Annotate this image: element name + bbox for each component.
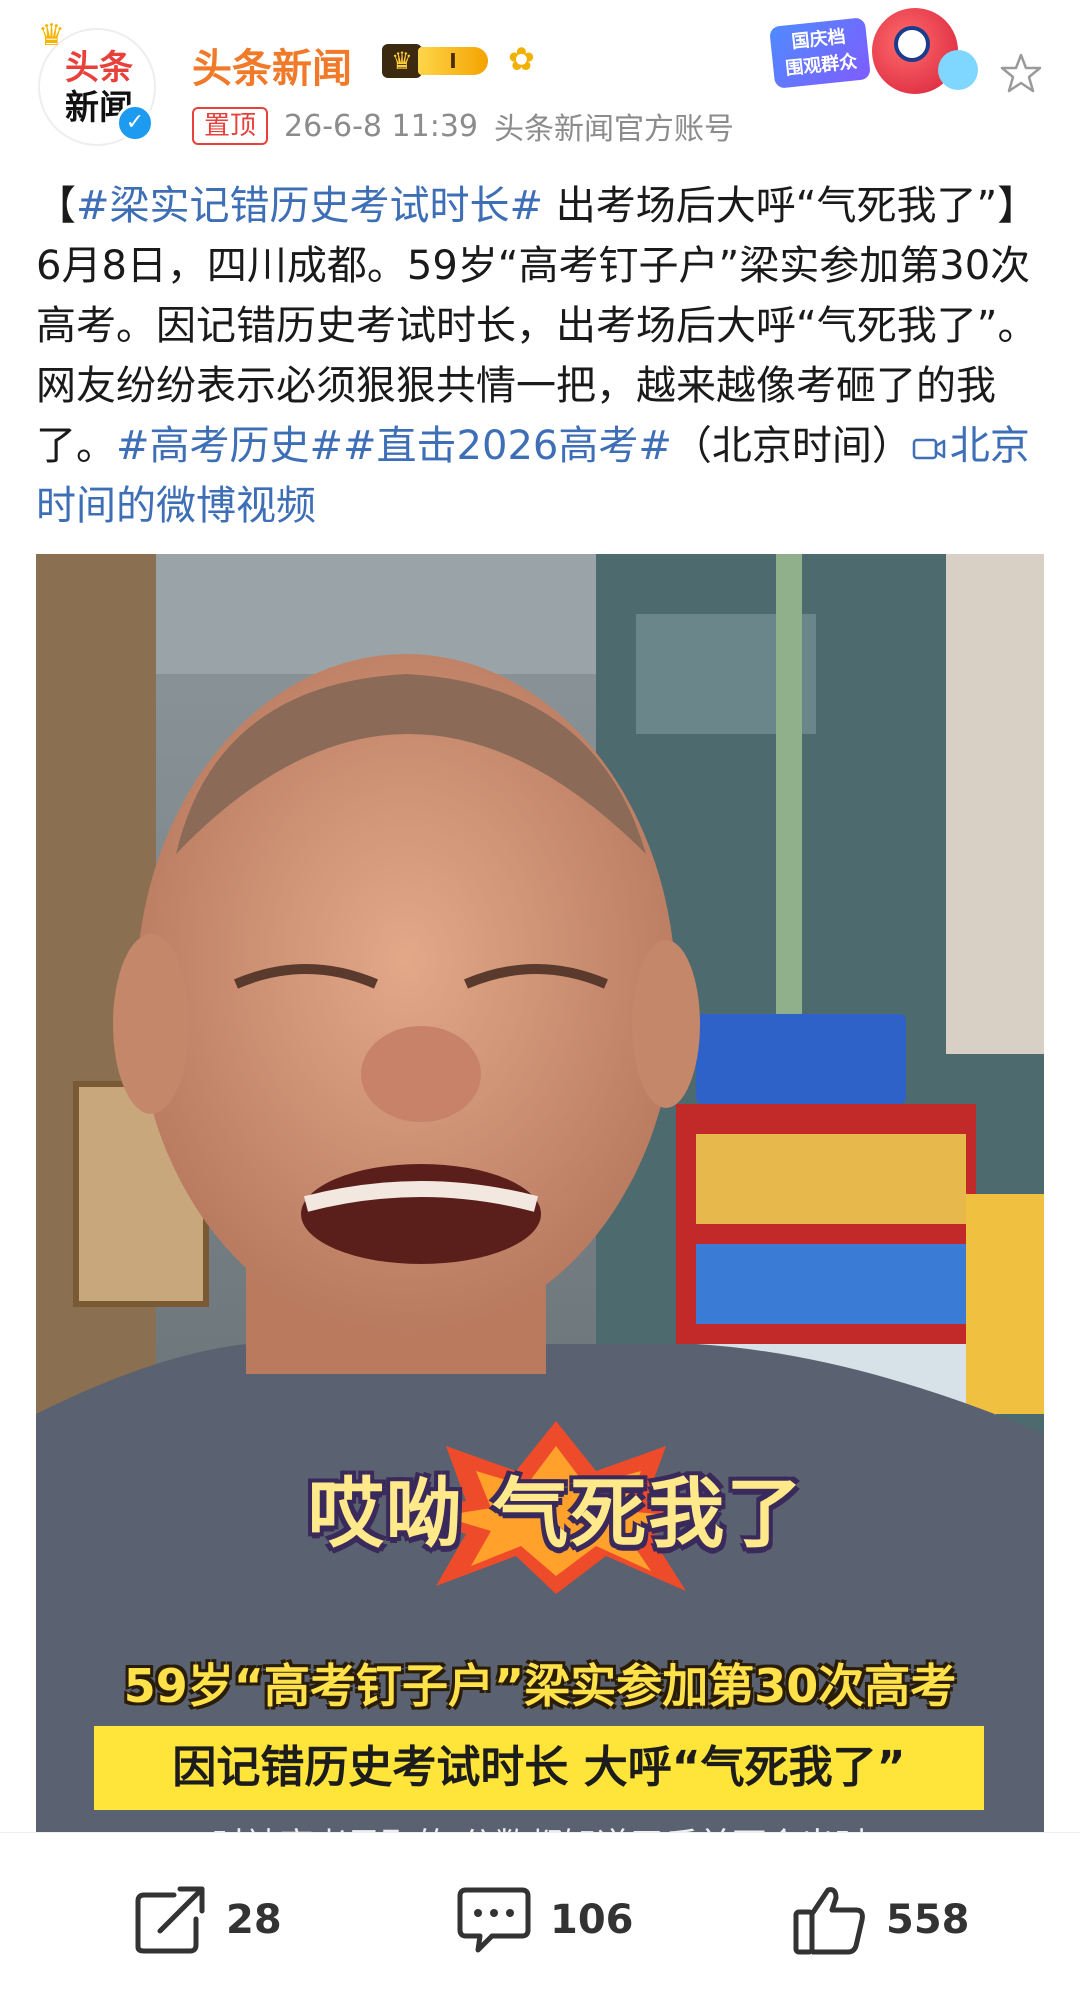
comment-count: 106 [550,1897,634,1943]
like-count: 558 [886,1897,970,1943]
sunflower-icon: ✿ [508,40,535,78]
comment-icon [457,1887,531,1953]
video-caption-1: 59岁“高考钉子户”梁实参加第30次高考 [123,1659,957,1713]
share-button[interactable]: 28 [134,1885,282,1955]
post-meta: 置顶 26-6-8 11:39 头条新闻官方账号 [192,106,735,147]
pinned-badge: 置顶 [192,107,269,145]
video-caption-3: 时被高考录取的 分数都知道了后前面会出时 [36,1818,1044,1832]
post-time: 26-6-8 11:39 [284,108,479,144]
post-title: 出考场后大呼“气死我了”】 [543,183,1038,229]
event-card: 国庆档 围观群众 [769,17,871,89]
vip-badge[interactable]: ♛ I [382,42,494,80]
post-text: 【#梁实记错历史考试时长# 出考场后大呼“气死我了”】6月8日，四川成都。59岁… [36,176,1046,536]
video-frame [36,554,1044,1832]
post-source: 头条新闻官方账号 [494,112,735,147]
sticker-text: 哎呦 气死我了 [307,1469,805,1558]
hashtag-link[interactable]: #直击2026高考# [343,423,672,469]
share-count: 28 [226,1897,282,1943]
video-icon [912,438,946,460]
post-title-bracket: 【 [36,183,76,229]
action-bar: 28 106 558 [0,1832,1080,2011]
thumbs-up-icon [793,1887,865,1955]
avatar[interactable]: ♛ 头条 新闻 ✓ [38,18,156,146]
follow-star-icon[interactable] [1000,52,1042,94]
verified-icon: ✓ [116,104,154,142]
account-name[interactable]: 头条新闻 [192,36,352,94]
vip-level: I [418,47,488,75]
post-header: ♛ 头条 新闻 ✓ 头条新闻 ♛ I ✿ 置顶 26-6-8 11:39 头条新… [0,0,1080,160]
like-button[interactable]: 558 [792,1885,970,1955]
hashtag-link[interactable]: #梁实记错历史考试时长# [76,183,543,229]
hashtag-link[interactable]: #高考历史# [116,423,343,469]
video-caption-2: 因记错历史考试时长 大呼“气死我了” [94,1726,984,1810]
comment-button[interactable]: 106 [456,1885,634,1955]
sticker: 哎呦 气死我了 [246,1416,866,1596]
event-badge[interactable]: 国庆档 围观群众 [762,4,992,108]
vip-crown-icon: ♛ [382,44,422,78]
bubble-decoration [938,50,978,90]
avatar-logo-line1: 头条 [65,48,133,88]
video-thumbnail[interactable]: 哎呦 气死我了 59岁“高考钉子户”梁实参加第30次高考 因记错历史考试时长 大… [36,554,1044,1832]
share-icon [135,1886,205,1954]
post-source-note: （北京时间） [671,423,912,469]
